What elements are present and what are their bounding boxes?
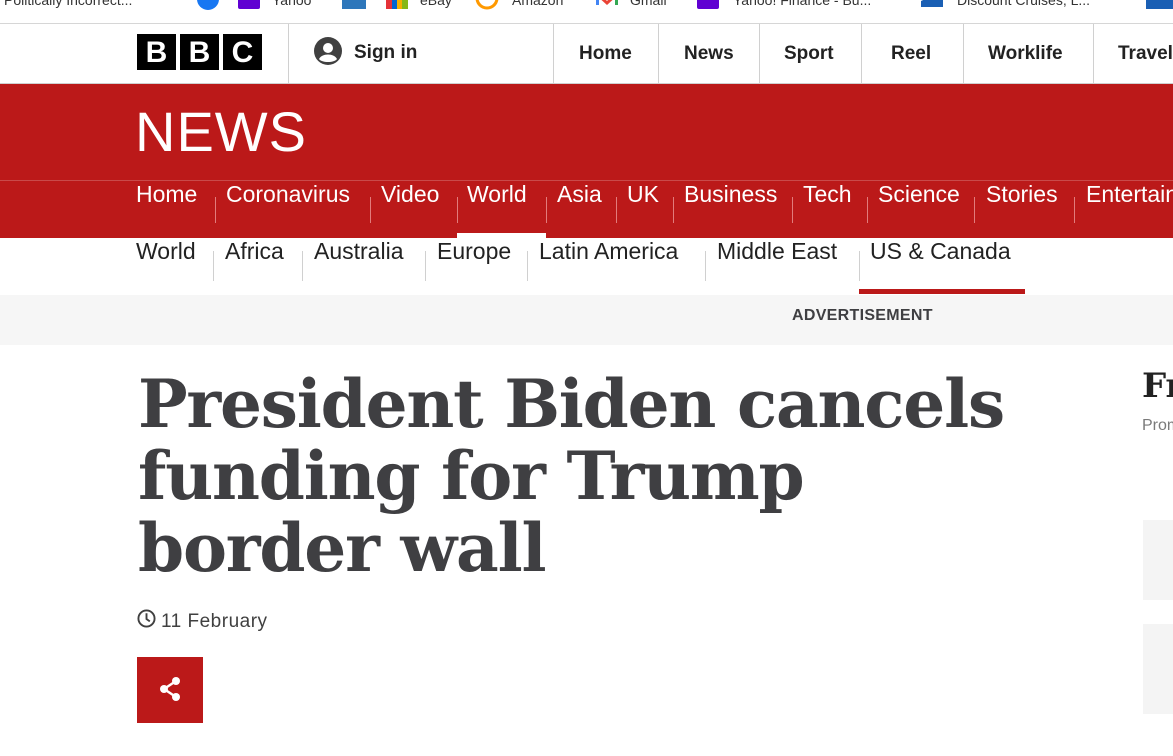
divider [1093,24,1094,83]
topnav-reel[interactable]: Reel [891,24,931,83]
bbc-logo[interactable]: B B C [137,34,262,70]
sign-in-link[interactable]: Sign in [314,37,418,69]
nav-item-science[interactable]: Science [878,181,960,238]
nav-item-coronavirus[interactable]: Coronavirus [226,181,350,238]
sign-in-label: Sign in [354,42,418,63]
divider [425,251,426,281]
gmail-icon[interactable] [596,0,618,10]
nav-item-home[interactable]: Home [136,181,197,238]
amex-icon[interactable] [342,0,366,10]
divider [616,197,617,223]
divider [370,197,371,223]
subnav-item-africa[interactable]: Africa [225,238,284,293]
nav-item-entertainment[interactable]: Entertainment [1086,181,1173,238]
divider [861,24,862,83]
divider [553,24,554,83]
sidebar-subtitle: Prom [1142,417,1173,434]
divider [302,251,303,281]
bbc-logo-letter: B [180,34,219,70]
nav-item-uk[interactable]: UK [627,181,659,238]
divider [759,24,760,83]
cruise-icon[interactable] [921,0,943,10]
subnav-item-middle-east[interactable]: Middle East [717,238,837,293]
advertisement-label: ADVERTISEMENT [792,307,933,324]
bbc-logo-letter: C [223,34,262,70]
divider [705,251,706,281]
bookmark-item[interactable]: Yahoo! Finance - Bu... [733,0,871,12]
divider [457,197,458,223]
nav-item-world[interactable]: World [467,181,527,238]
share-button[interactable] [137,657,203,723]
subnav-item-world[interactable]: World [136,238,196,293]
divider [867,197,868,223]
bookmark-item[interactable]: Politically Incorrect... [4,0,132,12]
share-icon [157,676,183,705]
divider [859,251,860,281]
topnav-news[interactable]: News [684,24,734,83]
divider [792,197,793,223]
user-icon [314,37,342,69]
amazon-icon[interactable] [475,0,499,10]
bookmark-item[interactable]: Yahoo [272,0,311,12]
article-headline: President Biden cancels funding for Trum… [138,365,1005,587]
subnav-item-australia[interactable]: Australia [314,238,403,293]
divider [963,24,964,83]
yahoo-icon[interactable] [697,0,719,10]
active-subnav-indicator [859,289,1025,294]
nav-item-video[interactable]: Video [381,181,439,238]
divider [213,251,214,281]
article-date: 11 February [137,609,268,634]
bbc-masthead: B B C Sign in Home News Sport Reel Workl… [0,24,1173,84]
divider [974,197,975,223]
divider [673,197,674,223]
divider [288,24,289,83]
date-text: 11 February [161,610,268,632]
bookmark-item[interactable]: Gmail [630,0,667,12]
bookmark-item[interactable]: Discount Cruises, L... [957,0,1090,12]
facebook-icon[interactable] [197,0,219,10]
nav-item-stories[interactable]: Stories [986,181,1058,238]
world-sub-nav: World Africa Australia Europe Latin Amer… [0,238,1173,295]
news-banner: NEWS [0,84,1173,180]
subnav-item-europe[interactable]: Europe [437,238,511,293]
divider [1074,197,1075,223]
bbc-logo-letter: B [137,34,176,70]
topnav-worklife[interactable]: Worklife [988,24,1063,83]
topnav-home[interactable]: Home [579,24,632,83]
yahoo-icon[interactable] [238,0,260,10]
sidebar-placeholder [1143,520,1173,600]
subnav-item-latin-america[interactable]: Latin America [539,238,678,293]
bookmark-icon[interactable] [1146,0,1173,10]
subnav-item-us-canada[interactable]: US & Canada [870,238,1011,293]
news-main-nav: Home Coronavirus Video World Asia UK Bus… [0,180,1173,239]
news-wordmark[interactable]: NEWS [135,100,307,164]
nav-item-tech[interactable]: Tech [803,181,852,238]
ebay-icon[interactable] [386,0,408,10]
divider [215,197,216,223]
sidebar-placeholder [1143,624,1173,714]
bookmark-item[interactable]: eBay [420,0,452,12]
divider [527,251,528,281]
clock-icon [137,609,156,634]
divider [658,24,659,83]
advertisement-banner: ADVERTISEMENT [0,295,1173,345]
nav-item-business[interactable]: Business [684,181,777,238]
divider [546,197,547,223]
sidebar-heading: Fr [1142,366,1173,406]
bookmark-item[interactable]: Amazon [512,0,563,12]
nav-item-asia[interactable]: Asia [557,181,602,238]
topnav-travel[interactable]: Travel [1118,24,1173,83]
topnav-sport[interactable]: Sport [784,24,834,83]
bookmarks-bar: Politically Incorrect... Yahoo eBay Amaz… [0,0,1173,24]
